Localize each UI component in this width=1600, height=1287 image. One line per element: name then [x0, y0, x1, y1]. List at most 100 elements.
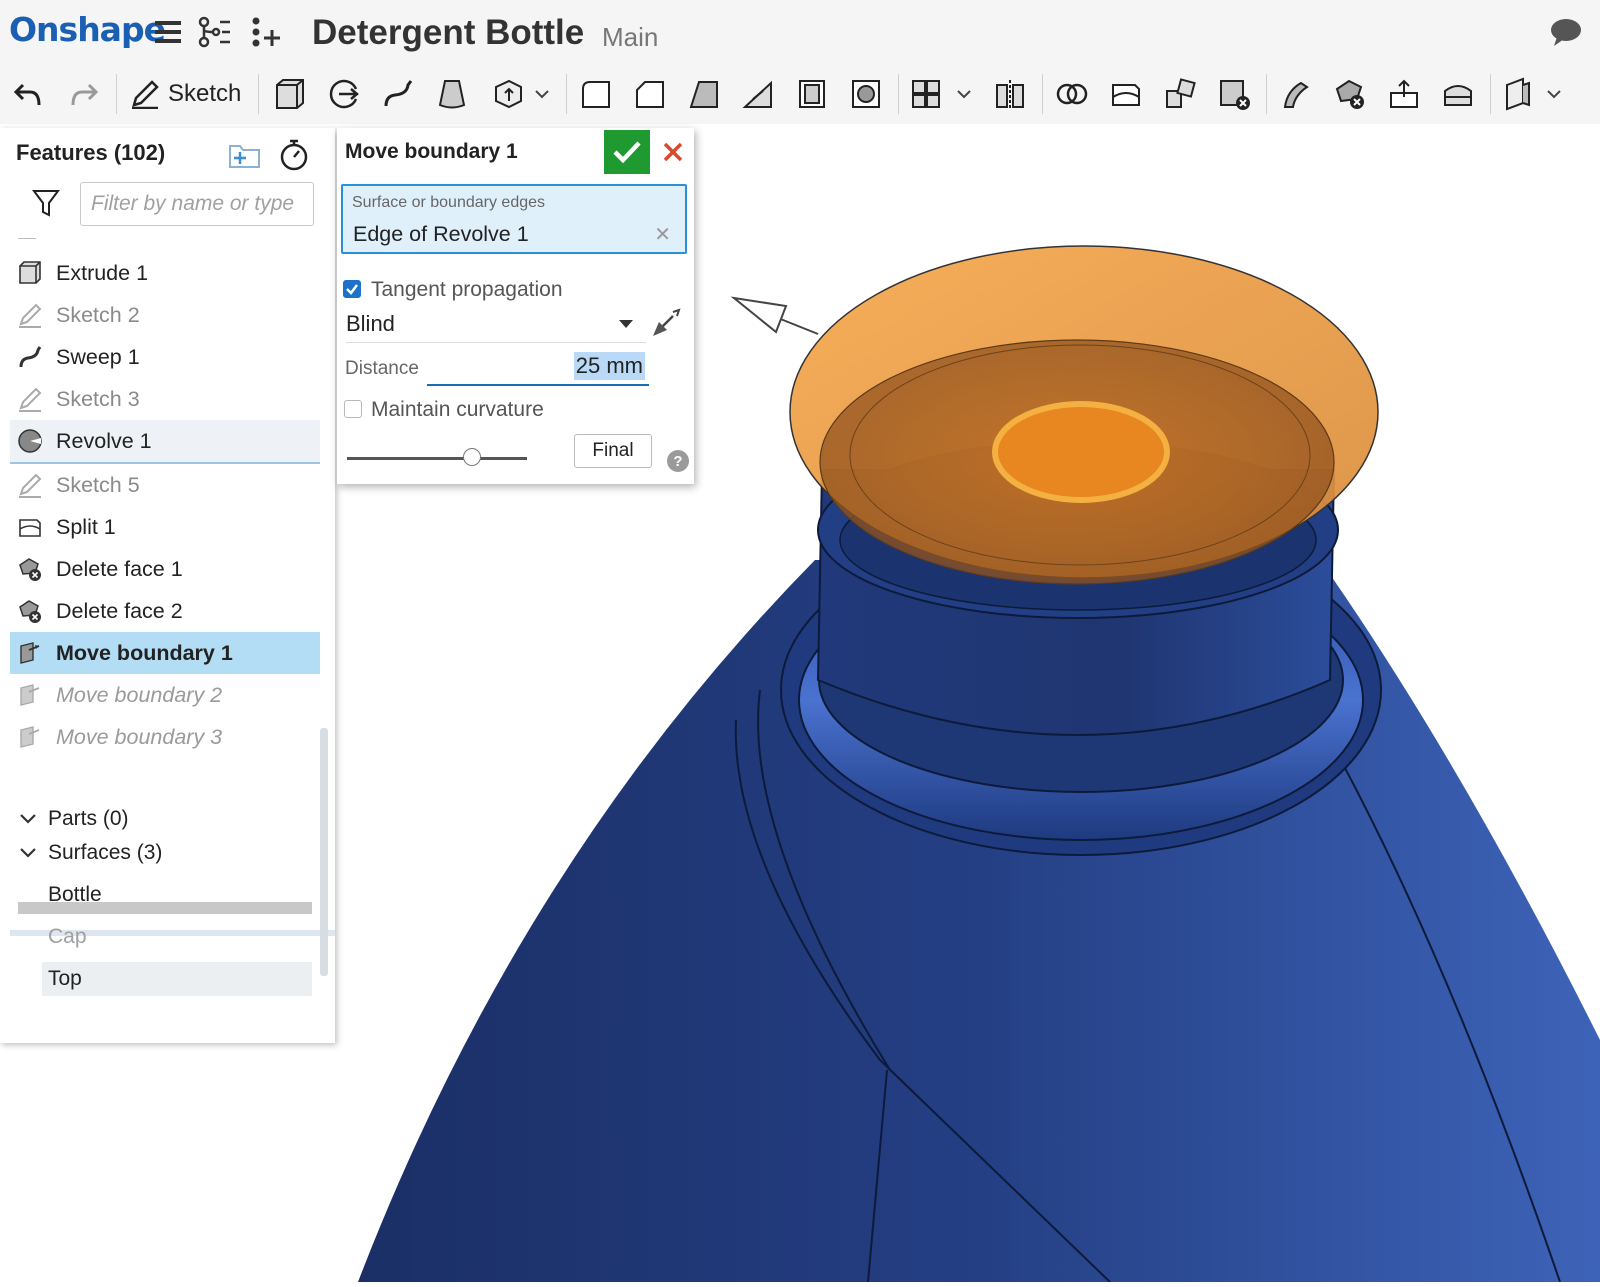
hole-icon[interactable] — [844, 72, 888, 116]
help-icon[interactable]: ? — [667, 450, 689, 472]
add-variable-icon[interactable] — [248, 14, 284, 50]
delete-part-icon[interactable] — [1212, 72, 1256, 116]
transform-icon[interactable] — [1158, 72, 1202, 116]
feature-item-split-1[interactable]: Split 1 — [10, 506, 320, 548]
final-button[interactable]: Final — [574, 434, 652, 468]
feature-item-delete-face-2[interactable]: Delete face 2 — [10, 590, 320, 632]
distance-value[interactable]: 25 mm — [573, 352, 645, 380]
sketch-button[interactable]: Sketch — [130, 72, 241, 116]
draft-icon[interactable] — [682, 72, 726, 116]
feature-filter-input[interactable] — [80, 182, 314, 226]
surface-item-cap[interactable]: Cap — [42, 920, 312, 954]
maintain-curvature-checkbox[interactable] — [344, 400, 362, 418]
delete-face-icon[interactable] — [1328, 72, 1372, 116]
document-title[interactable]: Detergent Bottle — [312, 13, 584, 53]
sketch-label: Sketch — [168, 80, 242, 107]
surfaces-group[interactable]: Surfaces (3) — [16, 836, 162, 870]
feature-item-move-boundary-2[interactable]: Move boundary 2 — [10, 674, 320, 716]
feature-item-delete-face-1[interactable]: Delete face 1 — [10, 548, 320, 590]
shell-icon[interactable] — [790, 72, 834, 116]
chevron-down-icon[interactable] — [520, 72, 564, 116]
filter-icon[interactable] — [32, 188, 60, 223]
revolve-icon — [16, 427, 44, 455]
boolean-icon[interactable] — [1050, 72, 1094, 116]
distance-label: Distance — [345, 358, 419, 379]
feature-tree-icon[interactable] — [196, 14, 232, 50]
feature-item-revolve-1[interactable]: Revolve 1 — [10, 420, 320, 464]
delete-face-icon — [16, 597, 44, 625]
split-icon[interactable] — [1104, 72, 1148, 116]
parts-label: Parts (0) — [48, 807, 129, 830]
branch-name[interactable]: Main — [602, 22, 658, 53]
dropdown-caret-icon — [619, 320, 633, 328]
chevron-down-icon — [16, 813, 40, 825]
selection-value[interactable]: Edge of Revolve 1 — [353, 222, 529, 247]
feature-label: Split 1 — [56, 514, 116, 539]
rib-icon[interactable] — [736, 72, 780, 116]
move-boundary-dialog: Move boundary 1 Surface or boundary edge… — [337, 128, 694, 484]
feature-item-move-boundary-1[interactable]: Move boundary 1 — [10, 632, 320, 674]
undo-icon[interactable] — [6, 72, 50, 116]
tangent-propagation-label: Tangent propagation — [371, 278, 563, 301]
drag-arrow-handle[interactable] — [730, 296, 819, 335]
distance-input[interactable]: 25 mm — [427, 350, 649, 386]
sketch-icon — [16, 301, 44, 329]
close-icon — [663, 142, 683, 162]
fillet-icon[interactable] — [574, 72, 618, 116]
feature-label: Sweep 1 — [56, 344, 140, 369]
feature-label: Revolve 1 — [56, 428, 152, 453]
enclose-icon[interactable] — [1436, 72, 1480, 116]
split-icon — [16, 513, 44, 541]
dialog-title: Move boundary 1 — [345, 140, 518, 163]
pencil-icon — [132, 80, 159, 109]
selected-edge[interactable] — [992, 401, 1170, 503]
sweep-icon[interactable] — [376, 72, 420, 116]
flip-direction-icon[interactable] — [649, 306, 683, 340]
mirror-icon[interactable] — [988, 72, 1032, 116]
end-type-select[interactable]: Blind — [346, 306, 646, 343]
surface-label: Top — [48, 967, 82, 990]
accept-button[interactable] — [604, 130, 650, 174]
parts-list-scrollbar[interactable] — [320, 798, 328, 976]
surface-item-top[interactable]: Top — [42, 962, 312, 996]
move-face-icon[interactable] — [1274, 72, 1318, 116]
selection-field-label: Surface or boundary edges — [352, 194, 546, 211]
feature-label: Extrude 1 — [56, 260, 149, 285]
feature-item-sketch-3[interactable]: Sketch 3 — [10, 378, 320, 420]
feature-item-extrude-1[interactable]: Extrude 1 — [10, 252, 320, 294]
surface-label: Cap — [48, 925, 87, 948]
revolve-icon[interactable] — [322, 72, 366, 116]
comments-icon[interactable] — [1548, 14, 1584, 50]
cancel-button[interactable] — [657, 132, 689, 172]
chevron-down-icon[interactable] — [942, 72, 986, 116]
checkmark-icon — [613, 141, 641, 164]
rollback-timer-icon[interactable] — [279, 138, 309, 177]
tangent-propagation-checkbox[interactable] — [343, 280, 361, 298]
feature-item-sweep-1[interactable]: Sweep 1 — [10, 336, 320, 378]
extrude-icon[interactable] — [268, 72, 312, 116]
redo-icon[interactable] — [62, 72, 106, 116]
feature-item-sketch-2[interactable]: Sketch 2 — [10, 294, 320, 336]
surface-label: Bottle — [48, 883, 102, 906]
loft-icon[interactable] — [430, 72, 474, 116]
add-folder-icon[interactable] — [228, 140, 262, 175]
feature-item-move-boundary-3[interactable]: Move boundary 3 — [10, 716, 320, 758]
feature-label: Delete face 1 — [56, 556, 183, 581]
surface-item-bottle[interactable]: Bottle — [42, 878, 312, 912]
selection-field[interactable]: Surface or boundary edges Edge of Revolv… — [341, 184, 687, 254]
preview-slider-track[interactable] — [347, 457, 527, 460]
chevron-down-icon[interactable] — [1532, 72, 1576, 116]
feature-label: Sketch 5 — [56, 472, 140, 497]
chamfer-icon[interactable] — [628, 72, 672, 116]
menu-icon[interactable] — [150, 14, 186, 50]
feature-item-sketch-5[interactable]: Sketch 5 — [10, 464, 320, 506]
parts-group[interactable]: Parts (0) — [16, 802, 129, 836]
maintain-curvature-label: Maintain curvature — [371, 398, 544, 421]
onshape-logo[interactable]: Onshape — [9, 10, 166, 49]
chevron-down-icon — [16, 847, 40, 859]
sketch-icon — [16, 471, 44, 499]
preview-slider-handle[interactable] — [463, 448, 481, 466]
extend-icon[interactable] — [1382, 72, 1426, 116]
clear-selection-icon[interactable]: ✕ — [654, 222, 671, 247]
delete-face-icon — [16, 555, 44, 583]
